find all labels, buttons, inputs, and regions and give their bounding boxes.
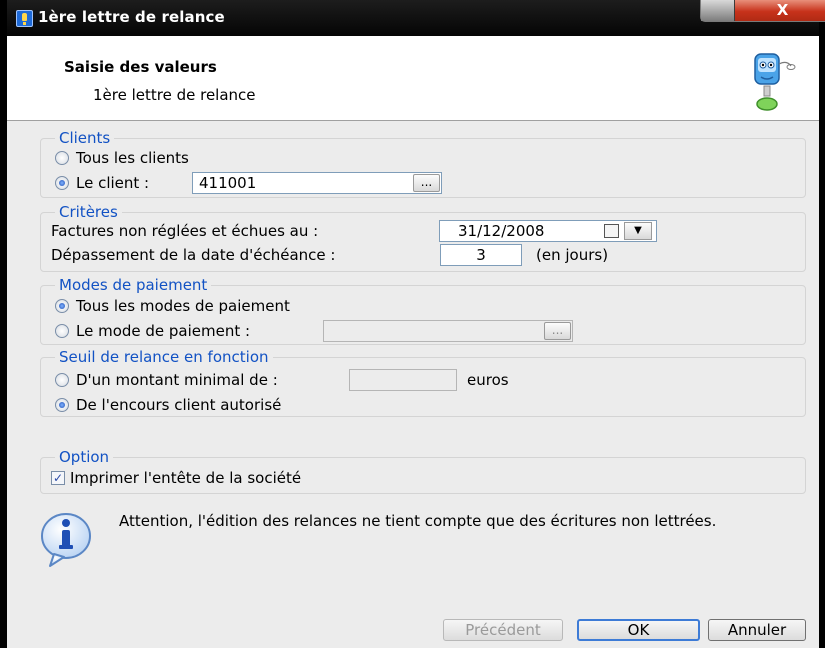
radio-all-modes-label: Tous les modes de paiement xyxy=(76,297,290,315)
due-date-label: Factures non réglées et échues au : xyxy=(51,222,319,240)
assistant-mascot-icon xyxy=(754,53,796,111)
header-title: Saisie des valeurs xyxy=(64,58,217,76)
due-date-value: 31/12/2008 xyxy=(458,222,545,240)
radio-one-mode-button[interactable] xyxy=(55,324,69,338)
window-title: 1ère lettre de relance xyxy=(38,8,225,26)
print-header-label: Imprimer l'entête de la société xyxy=(70,469,302,487)
radio-one-mode[interactable]: Le mode de paiement : xyxy=(55,322,250,340)
payment-mode-browse-button[interactable]: ... xyxy=(544,322,571,340)
payment-modes-legend: Modes de paiement xyxy=(55,276,212,294)
ok-button[interactable]: OK xyxy=(577,619,700,641)
dialog-window: 1ère lettre de relance X Saisie des vale… xyxy=(0,0,825,648)
radio-all-clients[interactable]: Tous les clients xyxy=(55,149,189,167)
radio-outstanding-label: De l'encours client autorisé xyxy=(76,396,282,414)
radio-outstanding[interactable]: De l'encours client autorisé xyxy=(55,396,281,414)
overdue-unit: (en jours) xyxy=(536,246,609,264)
minimize-button[interactable] xyxy=(701,0,735,21)
radio-all-modes-button[interactable] xyxy=(55,299,69,313)
radio-min-amount-button[interactable] xyxy=(55,373,69,387)
radio-all-clients-button[interactable] xyxy=(55,151,69,165)
cancel-button[interactable]: Annuler xyxy=(708,619,806,641)
info-icon xyxy=(41,513,91,567)
client-code-value: 411001 xyxy=(199,174,257,192)
print-header-option[interactable]: ✓ Imprimer l'entête de la société xyxy=(51,469,301,487)
title-bar[interactable]: 1ère lettre de relance X xyxy=(7,0,825,36)
header-subtitle: 1ère lettre de relance xyxy=(93,86,256,104)
radio-one-client[interactable]: Le client : xyxy=(55,174,149,192)
overdue-days-input[interactable]: 3 xyxy=(440,244,522,266)
wizard-header: Saisie des valeurs 1ère lettre de relanc… xyxy=(7,36,819,121)
min-amount-input[interactable] xyxy=(349,369,457,391)
print-header-checkbox[interactable]: ✓ xyxy=(51,471,65,485)
radio-all-modes[interactable]: Tous les modes de paiement xyxy=(55,297,290,315)
app-help-icon xyxy=(16,10,33,27)
client-browse-button[interactable]: ... xyxy=(413,174,440,192)
radio-all-clients-label: Tous les clients xyxy=(76,149,189,167)
clients-legend: Clients xyxy=(55,129,115,147)
radio-min-amount[interactable]: D'un montant minimal de : xyxy=(55,371,278,389)
radio-one-client-label: Le client : xyxy=(76,174,150,192)
criteria-legend: Critères xyxy=(55,203,122,221)
threshold-legend: Seuil de relance en fonction xyxy=(55,348,273,366)
previous-button[interactable]: Précédent xyxy=(443,619,563,641)
radio-one-client-button[interactable] xyxy=(55,176,69,190)
due-date-picker[interactable]: 31/12/2008 ▼ xyxy=(439,220,657,242)
amount-unit: euros xyxy=(467,371,509,389)
overdue-label: Dépassement de la date d'échéance : xyxy=(51,246,336,264)
option-legend: Option xyxy=(55,448,114,466)
radio-outstanding-button[interactable] xyxy=(55,398,69,412)
window-controls: X xyxy=(700,0,825,22)
close-button[interactable]: X xyxy=(735,0,825,21)
chevron-down-icon[interactable]: ▼ xyxy=(624,222,652,240)
info-message: Attention, l'édition des relances ne tie… xyxy=(119,512,717,530)
calendar-icon[interactable] xyxy=(604,224,619,238)
radio-one-mode-label: Le mode de paiement : xyxy=(76,322,251,340)
client-code-input[interactable]: 411001 ... xyxy=(192,172,442,194)
overdue-days-value: 3 xyxy=(476,246,486,264)
payment-mode-input[interactable]: ... xyxy=(323,320,573,342)
radio-min-amount-label: D'un montant minimal de : xyxy=(76,371,278,389)
